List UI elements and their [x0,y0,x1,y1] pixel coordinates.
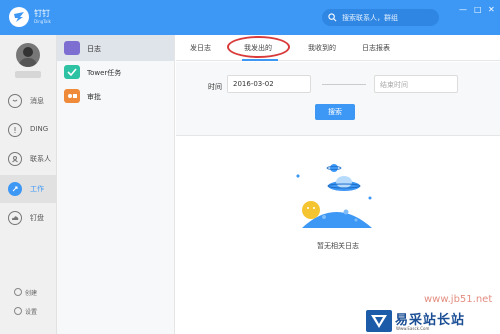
end-date-input[interactable]: 结束时间 [374,75,458,93]
create-label: 创建 [25,290,38,297]
annotation-ellipse [227,36,290,58]
filter-panel: 时间 2016-03-02 结束时间 搜索 [176,62,500,136]
nav-label: DING [30,125,49,133]
time-label: 时间 [208,83,222,91]
start-date-input[interactable]: 2016-03-02 [227,75,311,93]
app-label: 审批 [87,93,101,101]
nav-label: 工作 [30,185,44,193]
search-placeholder: 搜索联系人，群组 [342,14,398,22]
add-icon [14,288,22,296]
nav-item-ding[interactable]: DING [0,116,56,144]
log-icon [64,41,80,55]
tab-received[interactable]: 我收到的 [308,43,336,53]
user-name-blurred [15,71,41,78]
cloud-drive-icon [8,211,22,225]
empty-state-text: 暂无相关日志 [317,242,359,250]
app-label: 日志 [87,45,101,53]
app-subtitle: DingTalk [34,19,51,24]
log-tabs: 发日志 我发出的 我收到的 日志报表 [176,35,500,61]
main-panel: 发日志 我发出的 我收到的 日志报表 时间 2016-03-02 结束时间 搜索 [176,35,500,334]
app-item-log[interactable]: 日志 [57,35,174,61]
create-button[interactable]: 创建 [14,288,37,297]
maximize-button[interactable]: □ [474,6,482,14]
active-tab-indicator [242,59,278,61]
nav-label: 钉盘 [30,214,44,222]
tab-send-log[interactable]: 发日志 [190,43,211,53]
contacts-icon [8,152,22,166]
app-list: 日志 Tower任务 审批 [57,35,175,334]
left-nav: 消息 DING 联系人 工作 钉盘 创建 设置 [0,35,57,334]
watermark-site-sub: Www.Easck.Com [396,326,430,331]
app-item-tower[interactable]: Tower任务 [57,59,174,85]
tower-check-icon [64,65,80,79]
settings-label: 设置 [25,309,38,316]
avatar[interactable] [16,43,40,67]
watermark-url: www.jb51.net [424,294,493,305]
site-watermark: www.jb51.net 易采站长站 Www.Easck.Com [360,294,500,334]
tab-log-report[interactable]: 日志报表 [362,43,390,53]
title-bar: 钉钉 DingTalk 搜索联系人，群组 — □ ✕ [0,0,500,35]
watermark-logo-icon [366,310,392,332]
nav-item-cloud-drive[interactable]: 钉盘 [0,204,56,232]
nav-item-contacts[interactable]: 联系人 [0,145,56,173]
nav-label: 消息 [30,97,44,105]
app-item-approval[interactable]: 审批 [57,83,174,109]
app-name: 钉钉 [34,9,50,18]
dingtalk-logo-icon [9,7,29,27]
settings-button[interactable]: 设置 [14,307,37,316]
nav-item-messages[interactable]: 消息 [0,87,56,115]
settings-icon [14,307,22,315]
app-label: Tower任务 [87,69,122,77]
search-icon [328,13,337,22]
search-box[interactable]: 搜索联系人，群组 [322,9,439,26]
approval-icon [64,89,80,103]
ding-icon [8,123,22,137]
close-button[interactable]: ✕ [488,6,495,14]
search-button[interactable]: 搜索 [315,104,355,120]
range-separator [322,84,366,85]
minimize-button[interactable]: — [459,6,467,14]
empty-illustration [294,162,378,232]
message-icon [8,94,22,108]
nav-label: 联系人 [30,155,51,163]
nav-item-work[interactable]: 工作 [0,175,56,203]
work-icon [8,182,22,196]
